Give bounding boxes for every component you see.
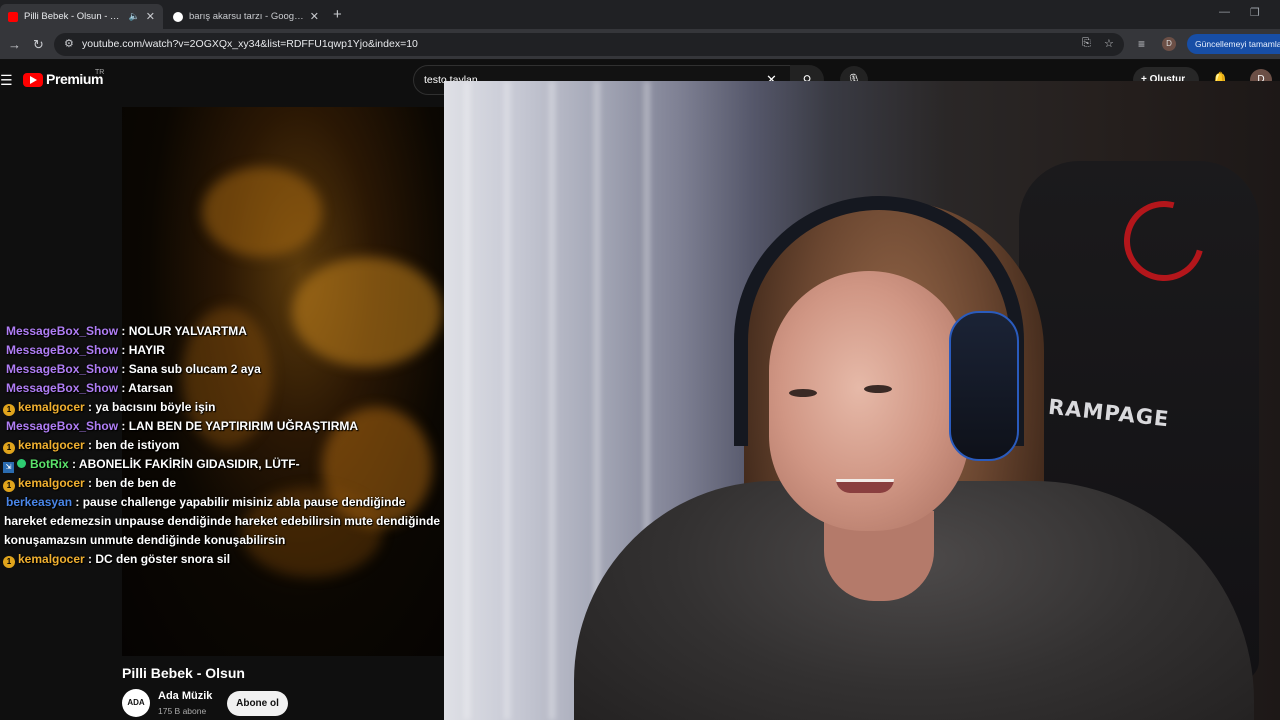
chat-username: BotRix	[30, 457, 69, 471]
channel-avatar[interactable]: ADA	[122, 689, 150, 717]
chat-message: MessageBox_Show : LAN BEN DE YAPTIRIRIM …	[0, 417, 444, 436]
chat-text: : ben de ben de	[88, 476, 177, 490]
menu-icon[interactable]: ☰	[0, 72, 13, 89]
youtube-logo-icon[interactable]	[23, 73, 43, 87]
region-code: TR	[95, 69, 105, 76]
person-mouth	[836, 479, 894, 493]
browser-tabstrip: Pilli Bebek - Olsun - YouTube 🔈 ✕ barış …	[0, 0, 1280, 29]
flame-shape	[202, 167, 322, 257]
chat-text: : LAN BEN DE YAPTIRIRIM UĞRAŞTIRMA	[121, 419, 359, 433]
chat-text: : DC den göster snora sil	[88, 552, 231, 566]
subscriber-badge-icon: 1	[3, 480, 15, 492]
google-favicon-icon	[173, 11, 183, 22]
chat-username: MessageBox_Show	[6, 324, 119, 338]
chat-text: : ya bacısını böyle işin	[88, 400, 216, 414]
chat-text: : Atarsan	[121, 381, 173, 395]
subscriber-badge-icon: 1	[3, 442, 15, 454]
reload-icon[interactable]: ↻	[33, 37, 44, 53]
chat-username: MessageBox_Show	[6, 381, 119, 395]
tab-title: barış akarsu tarzı - Google'da Ara	[189, 11, 304, 22]
chat-username: kemalgocer	[18, 552, 85, 566]
subscribe-button[interactable]: Abone ol	[227, 691, 288, 716]
chat-message: berkeasyan : pause challenge yapabilir m…	[0, 493, 444, 550]
bookmark-star-icon[interactable]: ☆	[1104, 37, 1114, 50]
curtain-fold	[464, 81, 470, 720]
chat-username: kemalgocer	[18, 438, 85, 452]
browser-toolbar: → ↻ ⚙ youtube.com/watch?v=2OGXQx_xy34&li…	[0, 29, 1280, 60]
minimize-icon[interactable]: —	[1219, 6, 1230, 18]
video-title[interactable]: Pilli Bebek - Olsun	[122, 665, 245, 681]
tab-title: Pilli Bebek - Olsun - YouTube	[24, 11, 125, 22]
curtain-fold	[549, 81, 555, 720]
chat-message: MessageBox_Show : HAYIR	[0, 341, 444, 360]
site-settings-icon[interactable]: ⚙	[64, 37, 74, 50]
url-text[interactable]: youtube.com/watch?v=2OGXQx_xy34&list=RDF…	[82, 38, 418, 50]
stream-chat: MessageBox_Show : NOLUR YALVARTMA Messag…	[0, 322, 444, 569]
chat-text: : ben de istiyom	[88, 438, 180, 452]
verified-badge-icon	[17, 459, 26, 468]
chat-text: : ABONELİK FAKİRİN GIDASIDIR, LÜTF-	[72, 457, 300, 471]
bot-badge-icon: ⇲	[3, 462, 14, 473]
screen: Pilli Bebek - Olsun - YouTube 🔈 ✕ barış …	[0, 0, 1280, 720]
speaker-icon[interactable]: 🔈	[129, 11, 140, 22]
chat-message: 1 kemalgocer : ben de istiyom	[0, 436, 444, 455]
address-bar[interactable]: ⚙ youtube.com/watch?v=2OGXQx_xy34&list=R…	[54, 33, 1124, 56]
chat-username: MessageBox_Show	[6, 419, 119, 433]
chat-message: 1 kemalgocer : ya bacısını böyle işin	[0, 398, 444, 417]
chat-message: MessageBox_Show : Sana sub olucam 2 aya	[0, 360, 444, 379]
subscriber-badge-icon: 1	[3, 404, 15, 416]
chat-message: MessageBox_Show : NOLUR YALVARTMA	[0, 322, 444, 341]
channel-name[interactable]: Ada Müzik	[158, 690, 212, 702]
chat-username: kemalgocer	[18, 476, 85, 490]
subscriber-badge-icon: 1	[3, 556, 15, 568]
curtain-fold	[504, 81, 510, 720]
headset-earcup	[949, 311, 1019, 461]
browser-profile-avatar[interactable]: D	[1162, 37, 1176, 51]
tab-google[interactable]: barış akarsu tarzı - Google'da Ara ✕	[165, 4, 327, 29]
restore-icon[interactable]: ❐	[1250, 6, 1260, 19]
chat-username: MessageBox_Show	[6, 343, 119, 357]
close-icon[interactable]: ✕	[310, 10, 319, 23]
chat-text: : NOLUR YALVARTMA	[121, 324, 247, 338]
tab-youtube[interactable]: Pilli Bebek - Olsun - YouTube 🔈 ✕	[0, 4, 163, 29]
chat-username: MessageBox_Show	[6, 362, 119, 376]
chat-username: kemalgocer	[18, 400, 85, 414]
chat-message: ⇲ BotRix : ABONELİK FAKİRİN GIDASIDIR, LÜ…	[0, 455, 444, 474]
chat-message: 1 kemalgocer : ben de ben de	[0, 474, 444, 493]
chat-text: : Sana sub olucam 2 aya	[121, 362, 261, 376]
youtube-favicon-icon	[8, 11, 18, 22]
install-app-icon[interactable]: ⎘	[1082, 37, 1091, 50]
media-controls-icon[interactable]: ≡	[1138, 37, 1145, 51]
chat-text: : HAYIR	[121, 343, 165, 357]
update-button[interactable]: Güncellemeyi tamamla	[1187, 34, 1280, 54]
webcam-overlay: RAMPAGE	[444, 81, 1280, 720]
chat-message: 1 kemalgocer : DC den göster snora sil	[0, 550, 444, 569]
forward-icon[interactable]: →	[8, 37, 21, 52]
close-icon[interactable]: ✕	[146, 10, 155, 23]
subscriber-count: 175 B abone	[158, 706, 207, 716]
chat-username: berkeasyan	[6, 495, 73, 509]
chat-message: MessageBox_Show : Atarsan	[0, 379, 444, 398]
new-tab-button[interactable]: +	[333, 6, 342, 23]
